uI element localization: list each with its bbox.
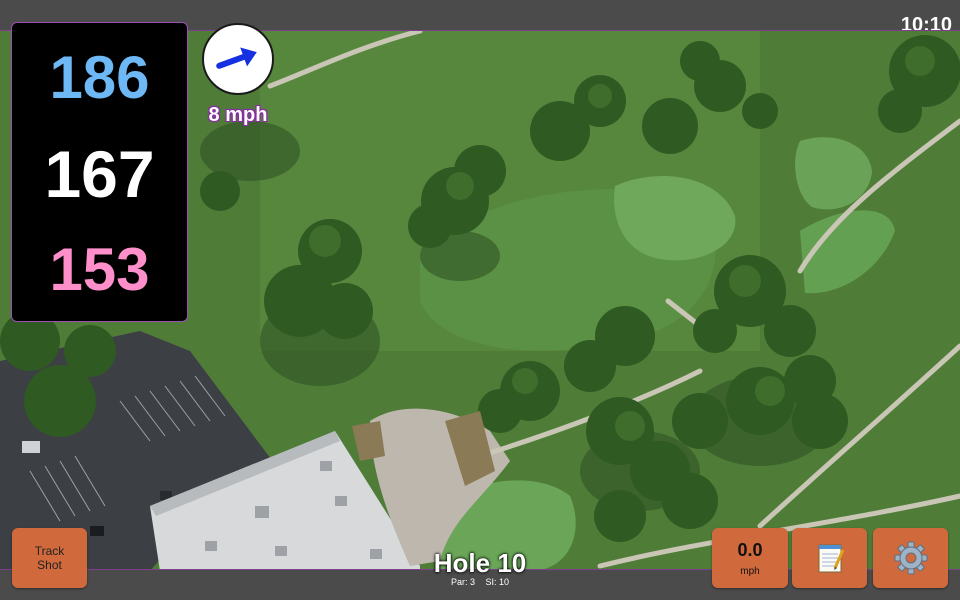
hole-stroke-index: SI: 10: [485, 577, 510, 587]
wind-arrow-icon: [216, 47, 257, 69]
track-shot-label-line2: Shot: [37, 558, 62, 572]
speed-button[interactable]: 0.0 mph: [712, 528, 788, 588]
hole-title: Hole 10: [433, 548, 527, 578]
settings-button[interactable]: [873, 528, 948, 588]
track-shot-button[interactable]: Track Shot: [12, 528, 87, 588]
gear-icon: [894, 541, 927, 575]
speed-value: 0.0: [737, 539, 763, 560]
wind-speed-label: 8 mph: [208, 104, 268, 126]
middle-distance: 167: [44, 137, 155, 211]
notes-button[interactable]: [792, 528, 867, 588]
hole-par: Par: 3: [450, 577, 475, 587]
front-distance: 153: [49, 236, 150, 303]
back-distance: 186: [49, 44, 150, 111]
speed-unit: mph: [740, 565, 760, 577]
track-shot-label-line1: Track: [34, 544, 65, 558]
wind-direction-compass: [202, 23, 274, 95]
hole-info: Par: 3 SI: 10: [380, 577, 580, 587]
notepad-icon: [818, 544, 844, 573]
distance-panel: 186 167 153: [11, 22, 188, 322]
